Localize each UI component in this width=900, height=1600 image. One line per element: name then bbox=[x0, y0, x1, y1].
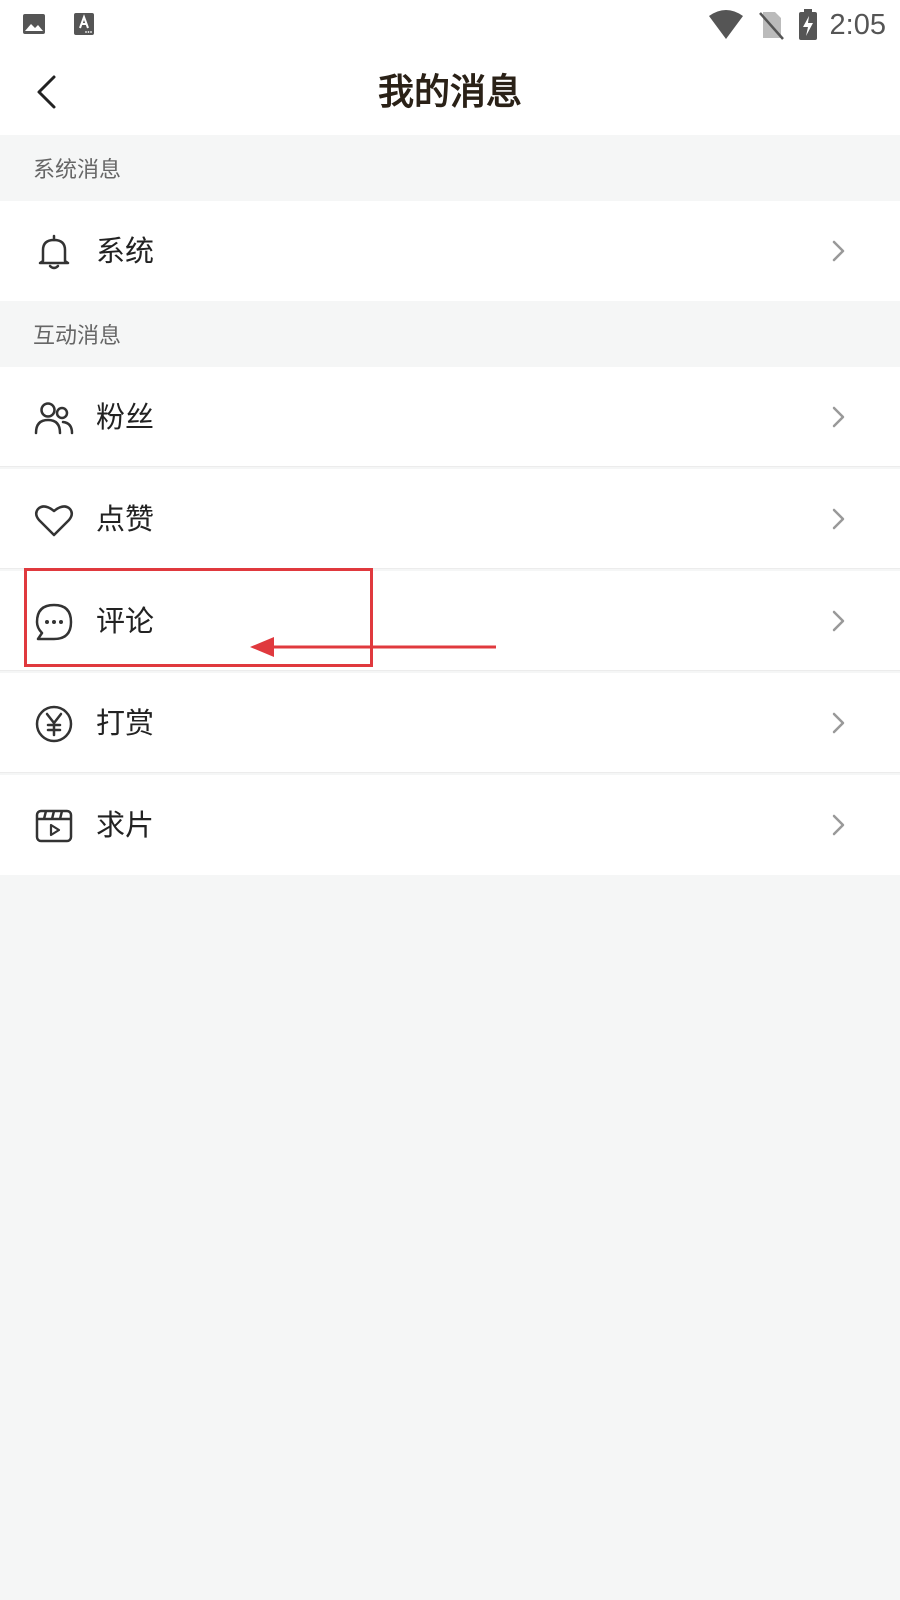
list-item-requests[interactable]: 求片 bbox=[0, 775, 900, 875]
section-header-interaction: 互动消息 bbox=[0, 301, 900, 367]
divider bbox=[0, 466, 900, 467]
list-item-fans[interactable]: 粉丝 bbox=[0, 367, 900, 467]
chevron-right-icon bbox=[832, 406, 845, 428]
chevron-right-icon bbox=[832, 610, 845, 632]
status-bar: 2:05 bbox=[0, 0, 900, 50]
battery-charging-icon bbox=[798, 9, 817, 40]
heart-icon bbox=[35, 505, 73, 537]
no-sim-icon bbox=[758, 12, 784, 40]
image-icon bbox=[23, 14, 45, 34]
list-item-label: 系统 bbox=[96, 234, 155, 268]
video-request-icon bbox=[35, 809, 73, 843]
wifi-icon bbox=[708, 10, 743, 39]
bell-icon bbox=[38, 234, 70, 270]
status-time: 2:05 bbox=[829, 8, 886, 41]
chevron-right-icon bbox=[832, 240, 845, 262]
section-header-system: 系统消息 bbox=[0, 135, 900, 201]
list-item-label: 求片 bbox=[96, 808, 155, 842]
list-item-label: 点赞 bbox=[96, 502, 155, 536]
list-item-label: 打赏 bbox=[96, 706, 155, 740]
list-item-comments[interactable]: 评论 bbox=[0, 571, 900, 671]
nav-bar: 我的消息 bbox=[0, 50, 900, 135]
list-item-label: 评论 bbox=[96, 604, 155, 638]
text-recognition-icon bbox=[74, 13, 94, 35]
divider bbox=[0, 670, 900, 671]
list-item-tips[interactable]: 打赏 bbox=[0, 673, 900, 773]
divider bbox=[0, 568, 900, 569]
page-title: 我的消息 bbox=[377, 72, 522, 113]
comment-icon bbox=[35, 603, 73, 641]
divider bbox=[0, 772, 900, 773]
yen-coin-icon bbox=[35, 705, 73, 743]
chevron-right-icon bbox=[832, 508, 845, 530]
list-item-likes[interactable]: 点赞 bbox=[0, 469, 900, 569]
users-icon bbox=[34, 402, 74, 435]
list-item-system[interactable]: 系统 bbox=[0, 201, 900, 301]
chevron-right-icon bbox=[832, 712, 845, 734]
chevron-right-icon bbox=[832, 814, 845, 836]
list-item-label: 粉丝 bbox=[96, 400, 155, 434]
